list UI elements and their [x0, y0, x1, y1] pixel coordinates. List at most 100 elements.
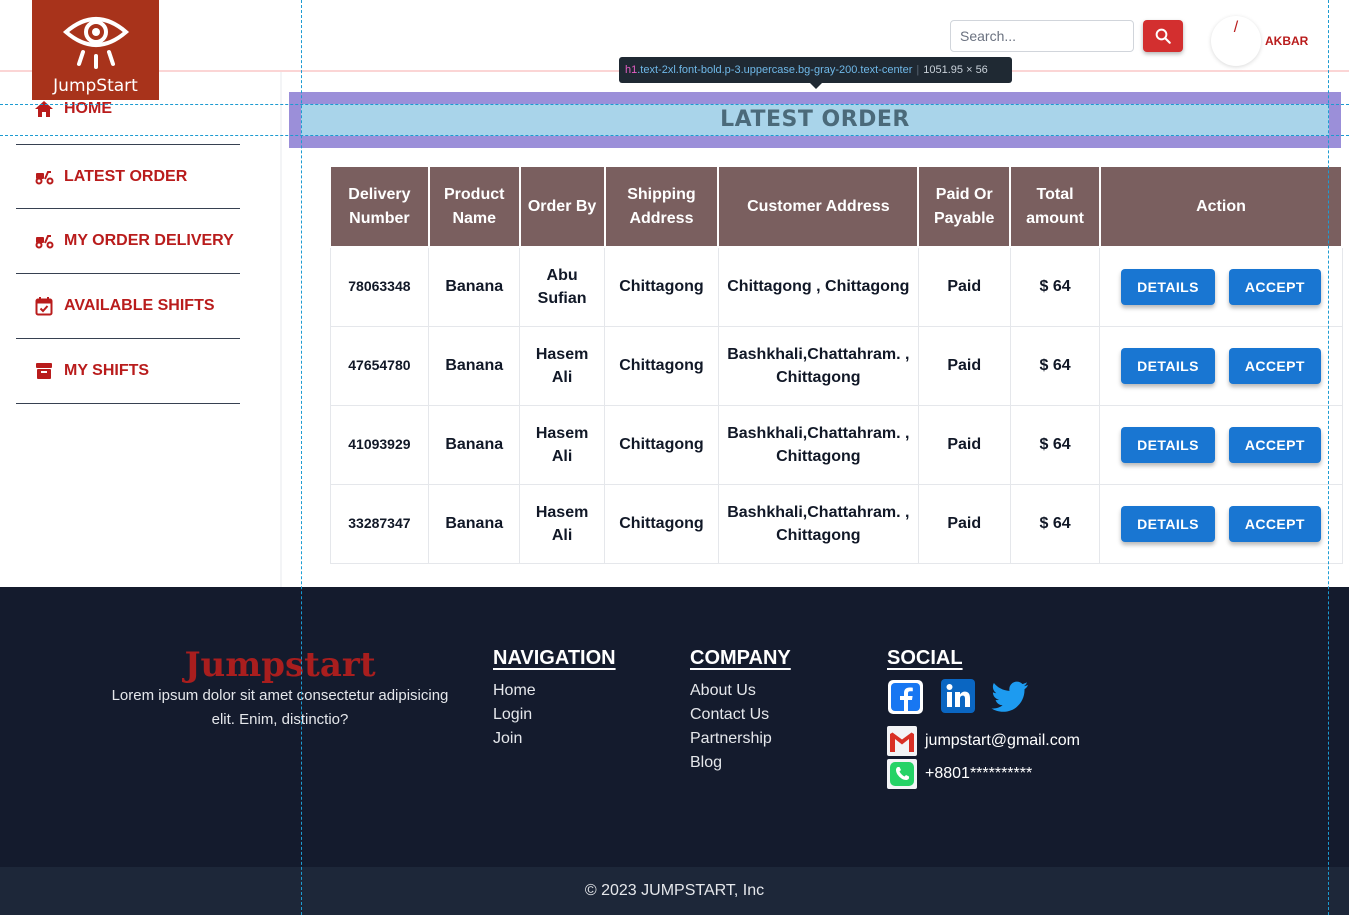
details-button[interactable]: DETAILS [1121, 347, 1215, 384]
sidebar: HOME LATEST ORDER MY ORDER DELIVERY AVAI… [0, 72, 282, 587]
delivery-number: 33287347 [329, 483, 430, 564]
total-amount: $ 64 [1009, 483, 1101, 564]
action-cell: DETAILS ACCEPT [1099, 404, 1343, 485]
scooter-icon [34, 231, 54, 251]
shipping-address: Chittagong [604, 246, 719, 327]
total-amount: $ 64 [1009, 404, 1101, 485]
footer-link-partnership[interactable]: Partnership [690, 730, 772, 748]
social-phone[interactable]: +8801********** [887, 759, 1032, 789]
facebook-icon[interactable] [887, 679, 924, 715]
total-amount: $ 64 [1009, 246, 1101, 327]
archive-icon [34, 361, 54, 381]
column-header: Total amount [1009, 165, 1101, 248]
shipping-address: Chittagong [604, 404, 719, 485]
footer: Jumpstart Lorem ipsum dolor sit amet con… [0, 587, 1349, 867]
footer-link-blog[interactable]: Blog [690, 754, 722, 772]
customer-address: Chittagong , Chittagong [717, 246, 919, 327]
payment-status: Paid [917, 246, 1011, 327]
total-amount: $ 64 [1009, 325, 1101, 406]
devtools-tag: h1 [625, 64, 638, 76]
sidebar-item-label: MY ORDER DELIVERY [64, 232, 234, 249]
column-header: Action [1098, 165, 1344, 248]
column-header: Product Name [427, 165, 521, 248]
copyright-bar: © 2023 JUMPSTART, Inc [0, 867, 1349, 915]
orders-table: Delivery Number Product Name Order By Sh… [329, 165, 1344, 564]
accept-button[interactable]: ACCEPT [1228, 347, 1321, 384]
sidebar-item-my-order-delivery[interactable]: MY ORDER DELIVERY [16, 209, 240, 274]
table-header-row: Delivery Number Product Name Order By Sh… [329, 165, 1344, 248]
order-by: Hasem Ali [519, 404, 606, 485]
avatar[interactable]: / [1211, 16, 1261, 66]
order-by: Abu Sufian [519, 246, 606, 327]
page-title-highlight: LATEST ORDER [289, 92, 1341, 148]
payment-status: Paid [917, 325, 1011, 406]
footer-link-about[interactable]: About Us [690, 682, 756, 700]
avatar-glyph: / [1233, 19, 1239, 36]
sidebar-item-label: MY SHIFTS [64, 362, 150, 379]
column-header: Customer Address [717, 165, 920, 248]
payment-status: Paid [917, 483, 1011, 564]
sidebar-item-latest-order[interactable]: LATEST ORDER [16, 144, 240, 209]
eye-logo-icon [62, 17, 129, 69]
order-by: Hasem Ali [519, 325, 606, 406]
action-cell: DETAILS ACCEPT [1099, 325, 1343, 406]
copyright-text: © 2023 JUMPSTART, Inc [584, 882, 765, 899]
footer-navigation-title: NAVIGATION [493, 647, 616, 669]
devtools-size: 1051.95 × 56 [923, 64, 988, 76]
details-button[interactable]: DETAILS [1121, 268, 1215, 305]
table-row: 33287347 Banana Hasem Ali Chittagong Bas… [329, 483, 1343, 564]
scooter-icon [34, 167, 54, 187]
product-name: Banana [428, 404, 521, 485]
whatsapp-icon [887, 759, 917, 789]
page-title: LATEST ORDER [301, 104, 1329, 136]
linkedin-icon[interactable] [941, 679, 975, 713]
devtools-classes: .text-2xl.font-bold.p-3.uppercase.bg-gra… [637, 64, 913, 76]
payment-status: Paid [917, 404, 1011, 485]
sidebar-item-available-shifts[interactable]: AVAILABLE SHIFTS [16, 274, 240, 339]
customer-address: Bashkhali,Chattahram. , Chittagong [717, 404, 919, 485]
product-name: Banana [428, 483, 521, 564]
footer-link-login[interactable]: Login [493, 706, 532, 724]
footer-social-title: SOCIAL [887, 647, 963, 669]
order-by: Hasem Ali [519, 483, 606, 564]
devtools-tooltip-arrow [810, 83, 822, 89]
action-cell: DETAILS ACCEPT [1099, 483, 1343, 564]
social-email[interactable]: jumpstart@gmail.com [887, 726, 1080, 756]
footer-link-home[interactable]: Home [493, 682, 536, 700]
sidebar-item-label: AVAILABLE SHIFTS [64, 297, 215, 314]
shipping-address: Chittagong [604, 483, 719, 564]
shipping-address: Chittagong [604, 325, 719, 406]
social-email-text: jumpstart@gmail.com [925, 732, 1080, 749]
details-button[interactable]: DETAILS [1121, 426, 1215, 463]
details-button[interactable]: DETAILS [1121, 505, 1215, 542]
product-name: Banana [428, 325, 521, 406]
column-header: Shipping Address [603, 165, 720, 248]
search-button[interactable] [1143, 20, 1183, 52]
accept-button[interactable]: ACCEPT [1228, 426, 1321, 463]
footer-company-title: COMPANY [690, 647, 791, 669]
footer-link-contact[interactable]: Contact Us [690, 706, 769, 724]
footer-description: Lorem ipsum dolor sit amet consectetur a… [111, 687, 449, 728]
username-label[interactable]: AKBAR [1265, 34, 1308, 48]
devtools-tooltip: h1.text-2xl.font-bold.p-3.uppercase.bg-g… [619, 57, 1012, 83]
delivery-number: 78063348 [329, 246, 430, 327]
gmail-icon [887, 726, 917, 756]
action-cell: DETAILS ACCEPT [1099, 246, 1343, 327]
search-input[interactable] [950, 20, 1134, 52]
customer-address: Bashkhali,Chattahram. , Chittagong [717, 483, 919, 564]
home-icon [34, 99, 54, 119]
twitter-icon[interactable] [991, 681, 1029, 713]
footer-brand: Jumpstart [184, 645, 376, 685]
brand-logo[interactable]: JumpStart [32, 0, 159, 100]
footer-link-join[interactable]: Join [493, 730, 522, 748]
accept-button[interactable]: ACCEPT [1228, 268, 1321, 305]
accept-button[interactable]: ACCEPT [1228, 505, 1321, 542]
sidebar-item-my-shifts[interactable]: MY SHIFTS [16, 339, 240, 404]
table-row: 41093929 Banana Hasem Ali Chittagong Bas… [329, 404, 1343, 485]
column-header: Delivery Number [329, 165, 430, 248]
column-header: Order By [518, 165, 606, 248]
sidebar-item-label: LATEST ORDER [64, 167, 188, 185]
logo-text: JumpStart [53, 76, 138, 96]
calendar-check-icon [34, 296, 54, 316]
column-header: Paid Or Payable [917, 165, 1012, 248]
